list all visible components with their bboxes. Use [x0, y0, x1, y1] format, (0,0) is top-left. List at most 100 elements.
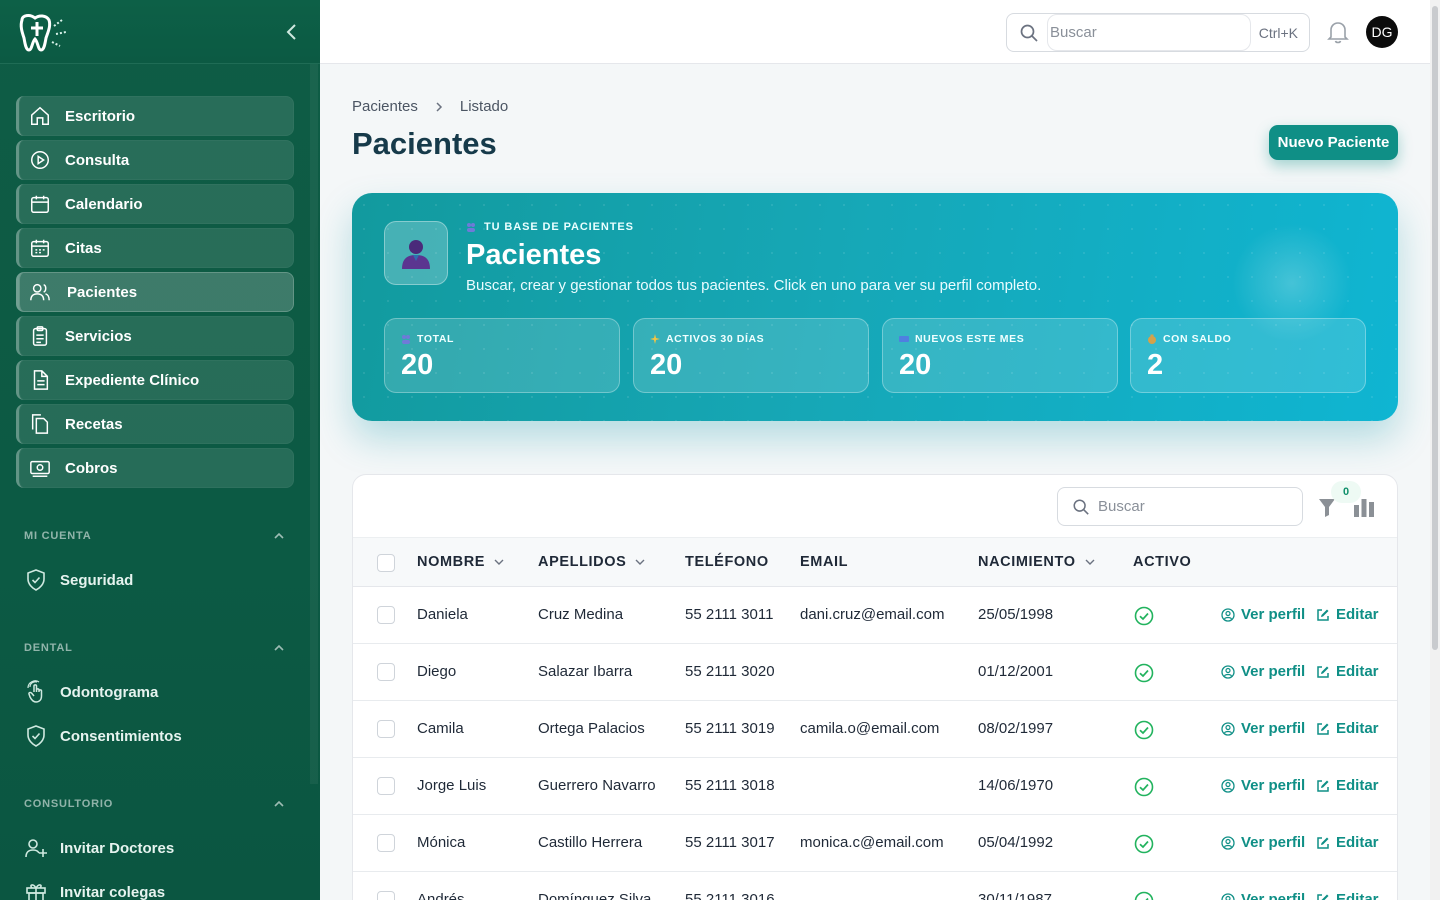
edit-label: Editar	[1336, 606, 1379, 623]
stat-label: CON SALDO	[1163, 333, 1232, 345]
chevron-up-icon[interactable]	[272, 797, 286, 811]
view-profile-link[interactable]: Ver perfil	[1221, 720, 1305, 737]
hero-description: Buscar, crear y gestionar todos tus paci…	[466, 277, 1042, 294]
sparkles-emoji-icon	[650, 334, 660, 344]
nav-item-cobros[interactable]: Cobros	[16, 448, 294, 488]
bell-icon[interactable]	[1327, 20, 1349, 44]
edit-link[interactable]: Editar	[1316, 777, 1379, 794]
cell-apellidos: Domínguez Silva	[538, 891, 652, 900]
column-header-nombre[interactable]: NOMBRE	[417, 554, 505, 570]
row-checkbox[interactable]	[377, 777, 395, 795]
table-search	[1057, 487, 1303, 526]
row-checkbox[interactable]	[377, 891, 395, 900]
cell-apellidos: Cruz Medina	[538, 606, 624, 623]
page-scrollbar[interactable]	[1430, 0, 1440, 900]
patients-table-card: 0 NOMBRE APELLIDOS TELÉFONO EMAIL NACIMI…	[352, 474, 1398, 900]
view-profile-link[interactable]: Ver perfil	[1221, 606, 1305, 623]
tooth-logo-icon[interactable]	[16, 12, 74, 54]
play-circle-icon	[31, 151, 49, 169]
avatar[interactable]: DG	[1366, 16, 1398, 48]
cell-email: dani.cruz@email.com	[800, 606, 945, 623]
nav-item-escritorio[interactable]: Escritorio	[16, 96, 294, 136]
users-icon	[30, 283, 50, 301]
edit-link[interactable]: Editar	[1316, 663, 1379, 680]
table-row[interactable]: Mónica Castillo Herrera 55 2111 3017 monica…	[353, 815, 1397, 872]
sidebar-item-invitar-colegas[interactable]: Invitar colegas	[24, 880, 165, 900]
chevron-up-icon[interactable]	[272, 529, 286, 543]
column-header-nacimiento[interactable]: NACIMIENTO	[978, 554, 1096, 570]
column-header-label: APELLIDOS	[538, 554, 627, 570]
table-search-input[interactable]	[1098, 488, 1302, 525]
cell-telefono: 55 2111 3020	[685, 663, 775, 680]
nav-item-pacientes[interactable]: Pacientes	[16, 272, 294, 312]
sidebar-item-seguridad[interactable]: Seguridad	[24, 568, 133, 592]
chevron-down-icon[interactable]	[634, 556, 646, 568]
sidebar-item-invitar-doctores[interactable]: Invitar Doctores	[24, 836, 174, 860]
view-profile-link[interactable]: Ver perfil	[1221, 891, 1305, 900]
cell-nacimiento: 14/06/1970	[978, 777, 1054, 794]
stat-label: NUEVOS ESTE MES	[915, 333, 1025, 345]
table-row[interactable]: Camila Ortega Palacios 55 2111 3019 camila.…	[353, 701, 1397, 758]
banknote-icon	[30, 460, 50, 477]
stat-label-row: ACTIVOS 30 DÍAS	[650, 333, 764, 345]
table-row[interactable]: Daniela Cruz Medina 55 2111 3011 dani.cruz@…	[353, 587, 1397, 644]
table-row[interactable]: Diego Salazar Ibarra 55 2111 3020 01/12/200…	[353, 644, 1397, 701]
chevron-down-icon[interactable]	[493, 556, 505, 568]
sidebar-item-label: Consentimientos	[60, 727, 182, 745]
column-header-label: TELÉFONO	[685, 554, 769, 570]
nav-item-citas[interactable]: Citas	[16, 228, 294, 268]
sidebar-scrollbar[interactable]	[310, 64, 318, 784]
column-header-activo: ACTIVO	[1133, 554, 1191, 570]
calendar-icon	[31, 195, 49, 213]
nav-label: Recetas	[65, 415, 123, 433]
row-checkbox[interactable]	[377, 663, 395, 681]
main-nav: Escritorio Consulta Calendario Citas Pac…	[16, 96, 294, 492]
sidebar-item-label: Invitar Doctores	[60, 839, 175, 857]
hero-kicker-text: TU BASE DE PACIENTES	[484, 221, 634, 233]
page-title: Pacientes	[352, 126, 497, 161]
topbar: Ctrl+K DG	[320, 0, 1430, 64]
nav-item-expediente[interactable]: Expediente Clínico	[16, 360, 294, 400]
collapse-sidebar-icon[interactable]	[282, 22, 302, 42]
edit-link[interactable]: Editar	[1316, 606, 1379, 623]
breadcrumb-root[interactable]: Pacientes	[352, 98, 418, 115]
sidebar-item-odontograma[interactable]: Odontograma	[24, 680, 158, 704]
active-check-icon	[1134, 891, 1154, 900]
select-all-checkbox[interactable]	[377, 554, 395, 572]
view-profile-link[interactable]: Ver perfil	[1221, 777, 1305, 794]
user-circle-icon	[1221, 721, 1235, 736]
section-title-dental: DENTAL	[24, 641, 286, 655]
stat-label: TOTAL	[417, 333, 455, 345]
page-scrollbar-thumb[interactable]	[1432, 6, 1438, 650]
active-check-icon	[1134, 663, 1154, 683]
table-row[interactable]: Andrés Domínguez Silva 55 2111 3016 30/11/1…	[353, 872, 1397, 900]
patient-avatar-icon	[384, 221, 448, 285]
columns-icon[interactable]	[1353, 497, 1375, 517]
edit-link[interactable]: Editar	[1316, 891, 1379, 900]
edit-link[interactable]: Editar	[1316, 720, 1379, 737]
view-profile-link[interactable]: Ver perfil	[1221, 834, 1305, 851]
breadcrumb-current: Listado	[459, 98, 509, 115]
row-checkbox[interactable]	[377, 720, 395, 738]
nav-item-servicios[interactable]: Servicios	[16, 316, 294, 356]
nav-label: Cobros	[65, 459, 118, 477]
new-patient-button[interactable]: Nuevo Paciente	[1269, 125, 1398, 160]
global-search-input[interactable]	[1047, 14, 1251, 51]
chevron-up-icon[interactable]	[272, 641, 286, 655]
table-row[interactable]: Jorge Luis Guerrero Navarro 55 2111 3018 14…	[353, 758, 1397, 815]
sidebar-item-consentimientos[interactable]: Consentimientos	[24, 724, 182, 748]
nav-item-recetas[interactable]: Recetas	[16, 404, 294, 444]
edit-link[interactable]: Editar	[1316, 834, 1379, 851]
hero-title: Pacientes	[466, 239, 602, 271]
row-checkbox[interactable]	[377, 834, 395, 852]
shield-check-icon	[27, 569, 45, 591]
stat-label-row: TOTAL	[401, 333, 454, 345]
nav-item-consulta[interactable]: Consulta	[16, 140, 294, 180]
cell-nombre: Jorge Luis	[417, 777, 487, 794]
chevron-down-icon[interactable]	[1084, 556, 1096, 568]
view-profile-link[interactable]: Ver perfil	[1221, 663, 1305, 680]
row-checkbox[interactable]	[377, 606, 395, 624]
nav-item-calendario[interactable]: Calendario	[16, 184, 294, 224]
column-header-apellidos[interactable]: APELLIDOS	[538, 554, 646, 570]
edit-icon	[1317, 893, 1329, 900]
